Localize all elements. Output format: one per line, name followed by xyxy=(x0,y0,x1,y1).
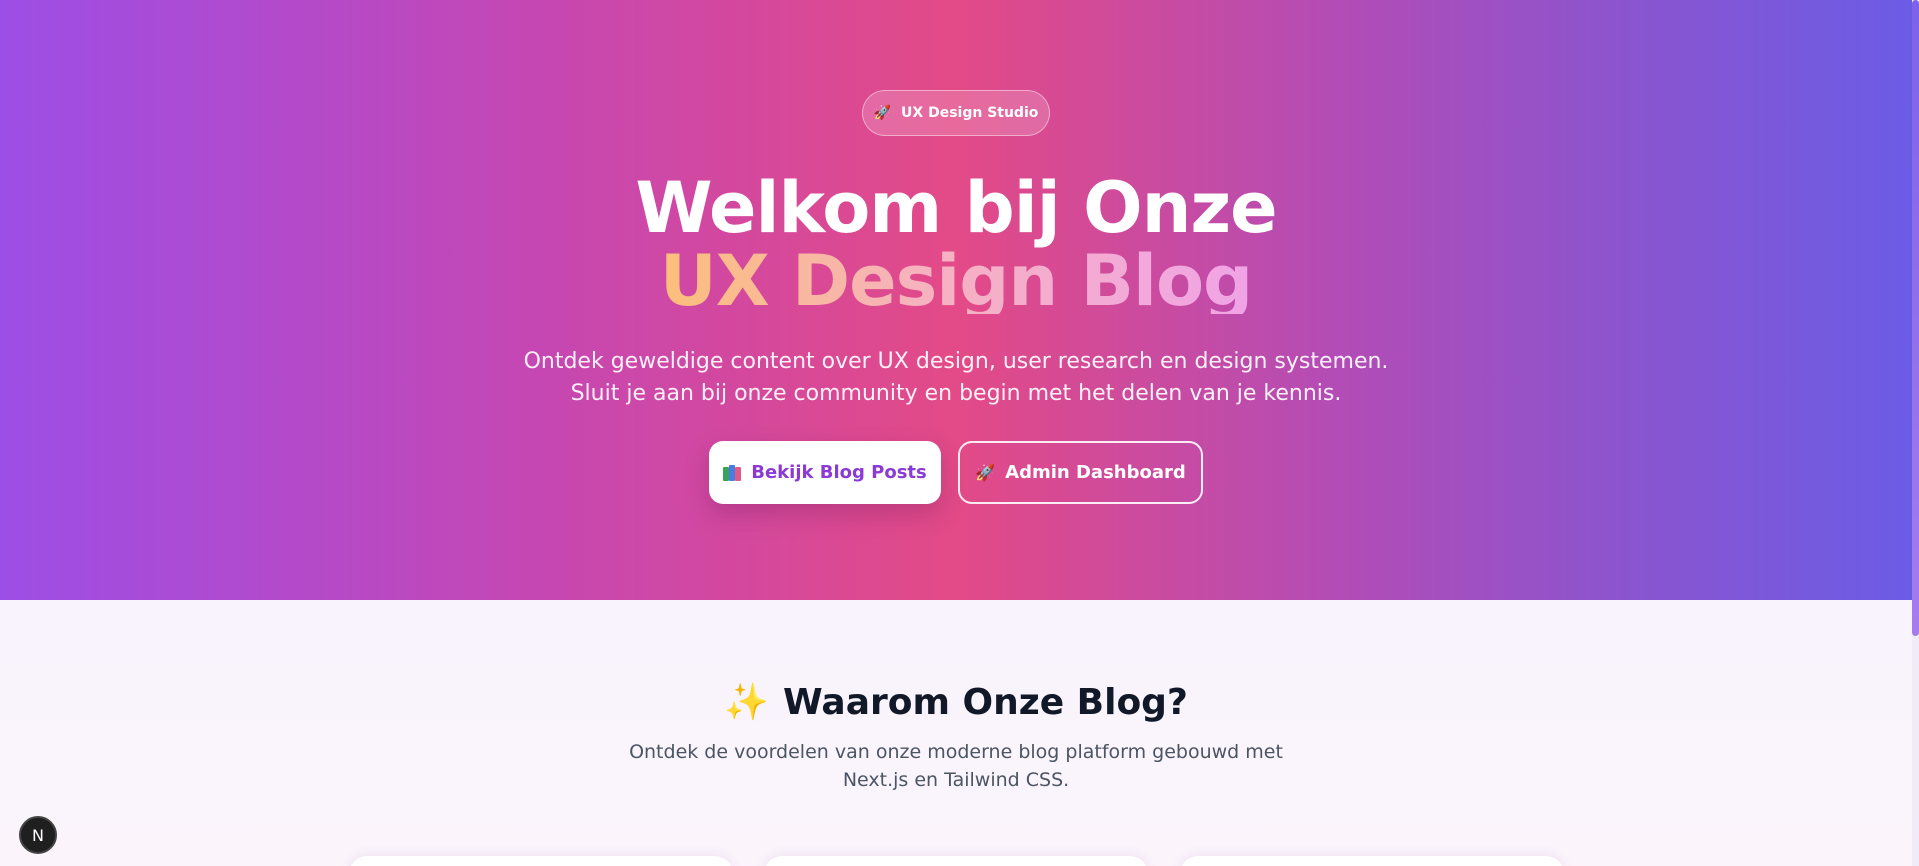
view-blog-posts-button[interactable]: Bekijk Blog Posts xyxy=(709,441,941,504)
features-title-text: Waarom Onze Blog? xyxy=(782,682,1188,723)
scrollbar-thumb[interactable] xyxy=(1912,0,1919,636)
admin-dashboard-label: Admin Dashboard xyxy=(1005,462,1186,483)
view-blog-posts-label: Bekijk Blog Posts xyxy=(751,462,927,483)
feature-card xyxy=(764,856,1148,866)
rocket-icon: 🚀 xyxy=(873,105,892,121)
hero-title-accent: UX Design Blog xyxy=(0,240,1912,314)
hero-badge-label: UX Design Studio xyxy=(901,105,1039,121)
books-icon xyxy=(723,464,742,481)
rocket-icon: 🚀 xyxy=(975,462,996,482)
hero-title-accent-text: UX Design Blog xyxy=(660,240,1253,314)
page: 🚀 UX Design Studio Welkom bij Onze UX De… xyxy=(0,0,1919,866)
hero-subtitle: Ontdek geweldige content over UX design,… xyxy=(523,349,1389,406)
features-subtitle: Ontdek de voordelen van onze moderne blo… xyxy=(629,741,1283,791)
admin-dashboard-button[interactable]: 🚀 Admin Dashboard xyxy=(958,441,1203,504)
sparkles-icon: ✨ xyxy=(724,681,769,723)
scrollbar[interactable] xyxy=(1912,0,1919,866)
features-section: ✨ Waarom Onze Blog? Ontdek de voordelen … xyxy=(0,600,1912,866)
features-title: ✨ Waarom Onze Blog? xyxy=(0,682,1912,723)
feature-card xyxy=(1180,856,1564,866)
hero-section: 🚀 UX Design Studio Welkom bij Onze UX De… xyxy=(0,0,1912,600)
hero-title: Welkom bij Onze xyxy=(635,167,1277,249)
feature-card xyxy=(349,856,733,866)
hero-badge: 🚀 UX Design Studio xyxy=(862,90,1050,136)
nextjs-dev-badge[interactable]: N xyxy=(19,816,57,854)
nextjs-dev-badge-label: N xyxy=(32,825,44,845)
